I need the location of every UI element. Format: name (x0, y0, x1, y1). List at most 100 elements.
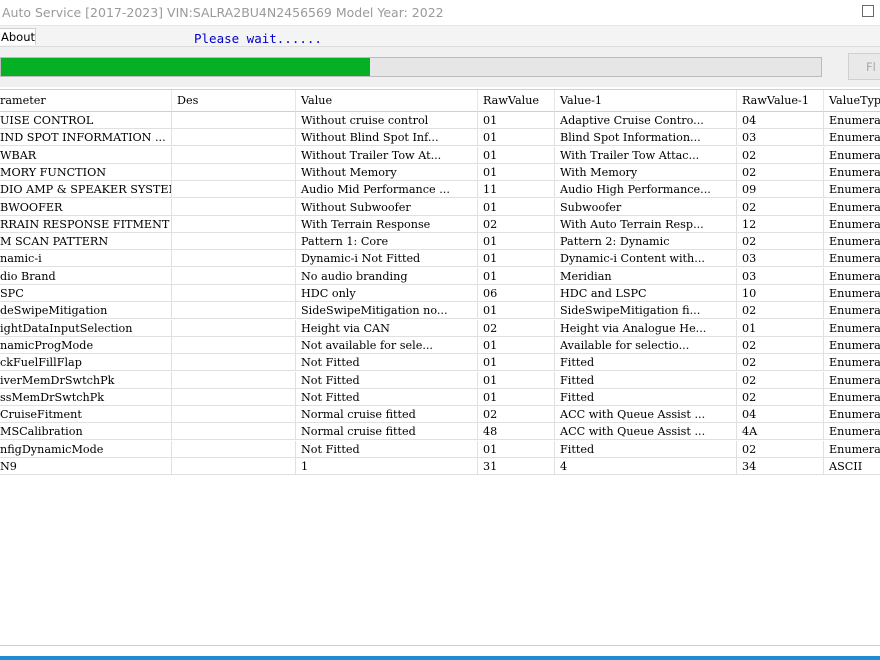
cell-description[interactable] (172, 112, 296, 129)
cell-rawvalue[interactable]: 01 (478, 163, 555, 181)
cell-description[interactable] (172, 371, 296, 389)
cell-valuetype[interactable]: Enumerat (824, 164, 880, 181)
cell-rawvalue-1[interactable]: 04 (737, 112, 824, 129)
cell-value-1[interactable]: ACC with Queue Assist ... (555, 423, 737, 441)
cell-description[interactable] (172, 163, 296, 181)
table-row[interactable]: namicProgMode Not available for sele... 01… (0, 336, 880, 354)
cell-value[interactable]: Audio Mid Performance ... (296, 181, 478, 199)
cell-valuetype[interactable]: Enumerat (824, 147, 880, 164)
cell-value-1[interactable]: Fitted (555, 440, 737, 458)
cell-rawvalue-1[interactable]: 02 (737, 336, 824, 354)
cell-parameter[interactable]: ckFuelFillFlap (0, 354, 172, 372)
cell-value[interactable]: Not Fitted (296, 371, 478, 389)
cell-description[interactable] (172, 319, 296, 337)
table-row[interactable]: CruiseFitment Normal cruise fitted 02 ACC w… (0, 406, 880, 424)
cell-parameter[interactable]: RRAIN RESPONSE FITMENT (0, 215, 172, 233)
cell-description[interactable] (172, 285, 296, 302)
cell-description[interactable] (172, 302, 296, 320)
cell-value[interactable]: Not Fitted (296, 440, 478, 458)
cell-value-1[interactable]: Blind Spot Information... (555, 129, 737, 147)
cell-parameter[interactable]: SPC (0, 285, 172, 302)
cell-parameter[interactable]: BWOOFER (0, 198, 172, 216)
cell-description[interactable] (172, 267, 296, 285)
cell-rawvalue-1[interactable]: 02 (737, 146, 824, 164)
cell-description[interactable] (172, 423, 296, 441)
cell-parameter[interactable]: MSCalibration (0, 423, 172, 441)
cell-parameter[interactable]: ssMemDrSwtchPk (0, 388, 172, 406)
header-col-value[interactable]: Value (296, 90, 478, 112)
cell-valuetype[interactable]: Enumerat (824, 233, 880, 251)
cell-value[interactable]: Not Fitted (296, 354, 478, 372)
cell-parameter[interactable]: iverMemDrSwtchPk (0, 371, 172, 389)
cell-value[interactable]: SideSwipeMitigation no... (296, 302, 478, 320)
cell-description[interactable] (172, 458, 296, 475)
table-row[interactable]: RRAIN RESPONSE FITMENT With Terrain Respo… (0, 215, 880, 233)
cell-rawvalue[interactable]: 01 (478, 250, 555, 268)
cell-value[interactable]: Without cruise control (296, 112, 478, 129)
cell-rawvalue[interactable]: 01 (478, 388, 555, 406)
parameter-table[interactable]: rameter Des Value RawValue Value-1 RawValue-1… (0, 89, 880, 646)
cell-valuetype[interactable]: Enumerat (824, 199, 880, 216)
cell-parameter[interactable]: UISE CONTROL (0, 112, 172, 129)
cell-value-1[interactable]: Audio High Performance... (555, 181, 737, 199)
cell-description[interactable] (172, 233, 296, 251)
cell-rawvalue-1[interactable]: 09 (737, 181, 824, 199)
table-row[interactable]: ssMemDrSwtchPk Not Fitted 01 Fitted 02 Enumer… (0, 388, 880, 406)
cell-value[interactable]: Without Subwoofer (296, 198, 478, 216)
cell-value-1[interactable]: Fitted (555, 354, 737, 372)
cell-parameter[interactable]: namic-i (0, 250, 172, 268)
flash-button[interactable]: Fl (848, 53, 880, 80)
cell-value[interactable]: HDC only (296, 285, 478, 302)
cell-parameter[interactable]: DIO AMP & SPEAKER SYSTEM (0, 181, 172, 199)
cell-rawvalue-1[interactable]: 02 (737, 371, 824, 389)
cell-value-1[interactable]: Pattern 2: Dynamic (555, 233, 737, 251)
cell-value-1[interactable]: With Trailer Tow Attac... (555, 146, 737, 164)
table-row[interactable]: ckFuelFillFlap Not Fitted 01 Fitted 02 Enumer… (0, 354, 880, 372)
header-col-value-1[interactable]: Value-1 (555, 90, 737, 112)
cell-parameter[interactable]: dio Brand (0, 267, 172, 285)
cell-value[interactable]: Pattern 1: Core (296, 233, 478, 251)
cell-value-1[interactable]: Meridian (555, 267, 737, 285)
header-col-rawvalue-1[interactable]: RawValue-1 (737, 90, 824, 112)
cell-valuetype[interactable]: Enumerat (824, 250, 880, 268)
table-row[interactable]: ightDataInputSelection Height via CAN 02 He… (0, 319, 880, 337)
cell-rawvalue-1[interactable]: 01 (737, 319, 824, 337)
table-row[interactable]: MSCalibration Normal cruise fitted 48 ACC w… (0, 423, 880, 441)
cell-value[interactable]: Not available for sele... (296, 336, 478, 354)
cell-rawvalue[interactable]: 31 (478, 458, 555, 475)
cell-value[interactable]: Without Trailer Tow At... (296, 146, 478, 164)
cell-valuetype[interactable]: Enumerat (824, 372, 880, 389)
cell-value-1[interactable]: HDC and LSPC (555, 285, 737, 302)
header-col-parameter[interactable]: rameter (0, 90, 172, 112)
cell-rawvalue-1[interactable]: 02 (737, 198, 824, 216)
table-row[interactable]: nfigDynamicMode Not Fitted 01 Fitted 02 Enume… (0, 440, 880, 458)
cell-description[interactable] (172, 440, 296, 458)
header-col-description[interactable]: Des (172, 90, 296, 112)
cell-value[interactable]: Dynamic-i Not Fitted (296, 250, 478, 268)
cell-rawvalue[interactable]: 02 (478, 319, 555, 337)
cell-valuetype[interactable]: Enumerat (824, 129, 880, 147)
cell-description[interactable] (172, 336, 296, 354)
cell-description[interactable] (172, 215, 296, 233)
cell-rawvalue-1[interactable]: 04 (737, 406, 824, 424)
cell-value-1[interactable]: Adaptive Cruise Contro... (555, 112, 737, 129)
cell-value[interactable]: Not Fitted (296, 388, 478, 406)
cell-valuetype[interactable]: Enumerat (824, 112, 880, 129)
cell-description[interactable] (172, 406, 296, 424)
cell-value-1[interactable]: With Auto Terrain Resp... (555, 215, 737, 233)
cell-rawvalue[interactable]: 01 (478, 371, 555, 389)
maximize-icon[interactable] (862, 5, 874, 17)
table-row[interactable]: UISE CONTROL Without cruise control 01 Adap… (0, 112, 880, 129)
cell-valuetype[interactable]: Enumerat (824, 285, 880, 302)
cell-parameter[interactable]: M SCAN PATTERN (0, 233, 172, 251)
cell-rawvalue[interactable]: 01 (478, 233, 555, 251)
cell-rawvalue[interactable]: 01 (478, 146, 555, 164)
cell-rawvalue[interactable]: 11 (478, 181, 555, 199)
cell-description[interactable] (172, 388, 296, 406)
cell-value-1[interactable]: 4 (555, 458, 737, 475)
table-row[interactable]: M SCAN PATTERN Pattern 1: Core 01 Pattern 2… (0, 233, 880, 251)
cell-description[interactable] (172, 129, 296, 147)
cell-description[interactable] (172, 354, 296, 372)
cell-value-1[interactable]: Subwoofer (555, 198, 737, 216)
table-row[interactable]: DIO AMP & SPEAKER SYSTEM Audio Mid Perfor… (0, 181, 880, 199)
